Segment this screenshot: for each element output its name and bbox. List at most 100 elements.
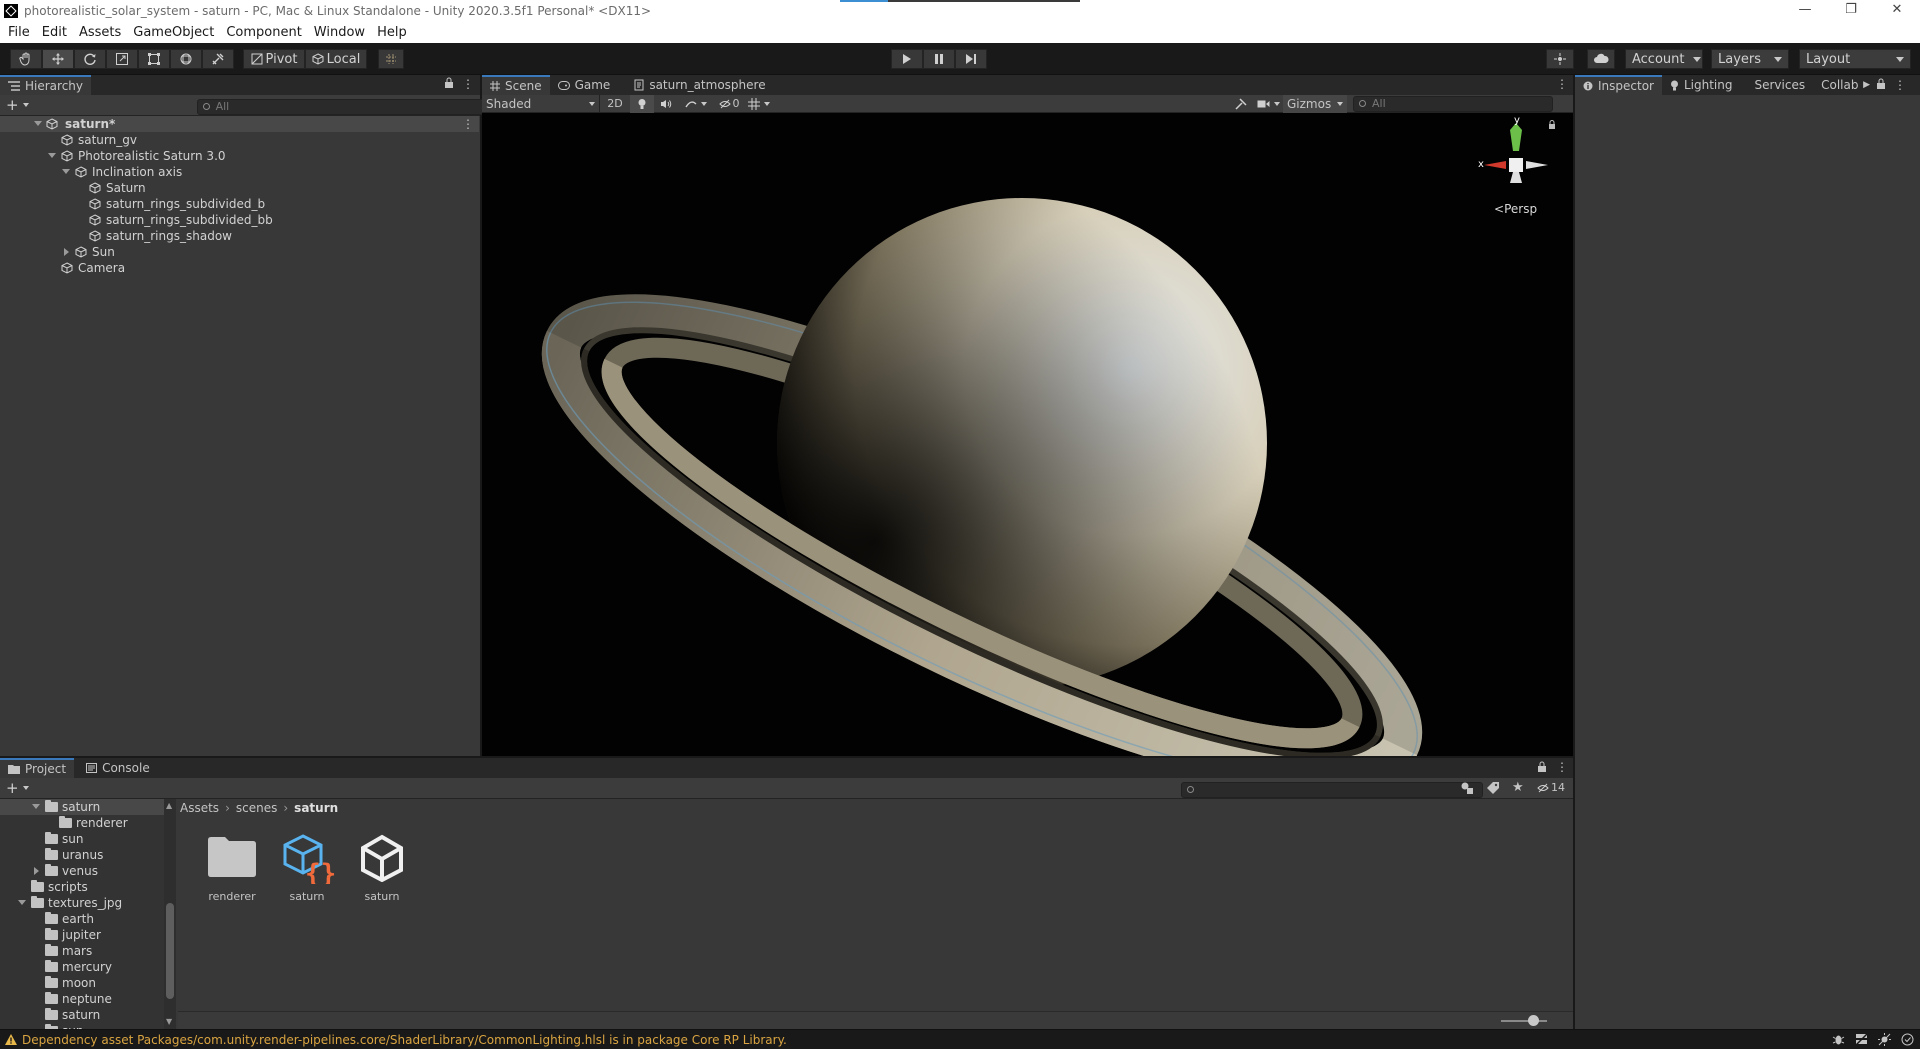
folder-tree-item[interactable]: saturn xyxy=(0,799,165,815)
kebab-menu-icon[interactable]: ⋮ xyxy=(462,116,474,132)
hidden-packages-toggle[interactable]: 14 xyxy=(1537,781,1565,794)
menu-window[interactable]: Window xyxy=(308,25,371,40)
orientation-gizmo[interactable]: x y <Persp xyxy=(1476,115,1556,216)
grid-snap-icon[interactable] xyxy=(378,49,404,69)
hierarchy-item[interactable]: Photorealistic Saturn 3.0 xyxy=(0,148,479,164)
lock-icon[interactable] xyxy=(444,77,454,92)
foldout-open-icon[interactable] xyxy=(48,153,56,158)
foldout-open-icon[interactable] xyxy=(32,804,40,809)
menu-help[interactable]: Help xyxy=(371,25,413,40)
menu-component[interactable]: Component xyxy=(220,25,307,40)
cloud-icon[interactable] xyxy=(1587,49,1615,69)
tab-saturn-atmosphere[interactable]: saturn_atmosphere xyxy=(626,75,773,95)
transform-tool-icon[interactable] xyxy=(170,49,202,69)
hand-tool-icon[interactable] xyxy=(10,49,42,69)
move-tool-icon[interactable] xyxy=(42,49,74,69)
hidden-objects-toggle[interactable]: 0 xyxy=(714,95,744,113)
scene-root-row[interactable]: saturn* ⋮ xyxy=(0,116,479,132)
tab-project[interactable]: Project xyxy=(0,758,75,778)
pause-button[interactable] xyxy=(923,49,955,69)
foldout-closed-icon[interactable] xyxy=(34,867,39,875)
hierarchy-item[interactable]: saturn_rings_shadow xyxy=(0,228,479,244)
scale-tool-icon[interactable] xyxy=(106,49,138,69)
breadcrumb-assets[interactable]: Assets xyxy=(180,801,219,815)
camera-dropdown-icon[interactable] xyxy=(1253,95,1283,113)
menu-gameobject[interactable]: GameObject xyxy=(127,25,220,40)
account-dropdown[interactable]: Account xyxy=(1625,49,1703,69)
lock-icon[interactable] xyxy=(1876,78,1886,93)
kebab-menu-icon[interactable]: ⋮ xyxy=(1894,78,1906,92)
project-search-input[interactable] xyxy=(1180,782,1483,798)
kebab-menu-icon[interactable]: ⋮ xyxy=(1556,760,1568,774)
scroll-down-icon[interactable]: ▼ xyxy=(166,1017,172,1026)
scene-search-input[interactable]: All xyxy=(1353,96,1553,112)
foldout-closed-icon[interactable] xyxy=(64,248,69,256)
pivot-toggle[interactable]: Pivot xyxy=(243,49,305,69)
label-tag-icon[interactable] xyxy=(1486,781,1500,798)
lighting-toggle-icon[interactable] xyxy=(630,94,654,113)
tab-inspector[interactable]: Inspector xyxy=(1575,75,1662,95)
folder-tree-scrollbar[interactable]: ▲ ▼ xyxy=(164,799,176,1029)
close-button[interactable]: ✕ xyxy=(1874,0,1920,22)
folder-tree-item[interactable]: mercury xyxy=(0,959,165,975)
scene-viewport[interactable]: x y <Persp xyxy=(482,113,1573,756)
add-icon[interactable]: + xyxy=(6,779,19,797)
tab-console[interactable]: Console xyxy=(78,758,158,778)
kebab-menu-icon[interactable]: ⋮ xyxy=(1556,77,1568,91)
kebab-menu-icon[interactable]: ⋮ xyxy=(462,77,474,91)
cache-server-icon[interactable] xyxy=(1855,1033,1868,1046)
draw-mode-dropdown[interactable]: Shaded xyxy=(482,94,600,113)
menu-assets[interactable]: Assets xyxy=(73,25,127,40)
projection-toggle[interactable]: <Persp xyxy=(1494,202,1537,216)
chevron-right-icon[interactable]: ▶ xyxy=(1863,80,1870,90)
lock-icon[interactable] xyxy=(1537,761,1547,776)
folder-tree-item[interactable]: renderer xyxy=(0,815,165,831)
folder-tree-item[interactable]: saturn xyxy=(0,1007,165,1023)
progress-check-icon[interactable] xyxy=(1901,1033,1914,1046)
icon-size-slider[interactable] xyxy=(1501,1020,1547,1022)
favorite-star-icon[interactable]: ★ xyxy=(1512,780,1524,795)
rotate-tool-icon[interactable] xyxy=(74,49,106,69)
hierarchy-item[interactable]: Saturn xyxy=(0,180,479,196)
folder-tree-item[interactable]: mars xyxy=(0,943,165,959)
local-toggle[interactable]: Local xyxy=(305,49,367,69)
hierarchy-search-input[interactable]: All xyxy=(196,99,505,115)
menu-file[interactable]: File xyxy=(2,25,36,40)
step-button[interactable] xyxy=(955,49,987,69)
hierarchy-item[interactable]: saturn_rings_subdivided_bb xyxy=(0,212,479,228)
lock-icon[interactable] xyxy=(1548,119,1556,133)
auto-generate-lighting-icon[interactable] xyxy=(1878,1033,1891,1046)
folder-tree-item[interactable]: uranus xyxy=(0,847,165,863)
status-message[interactable]: Dependency asset Packages/com.unity.rend… xyxy=(22,1033,787,1047)
folder-tree-item[interactable]: venus xyxy=(0,863,165,879)
hierarchy-item[interactable]: Sun xyxy=(0,244,479,260)
folder-tree-item[interactable]: jupiter xyxy=(0,927,165,943)
tab-collab[interactable]: Collab xyxy=(1813,75,1861,95)
gizmos-dropdown[interactable]: Gizmos xyxy=(1283,95,1347,113)
folder-tree-item[interactable]: neptune xyxy=(0,991,165,1007)
folder-tree-item[interactable]: sun xyxy=(0,831,165,847)
tab-game[interactable]: Game xyxy=(550,75,619,95)
search-by-type-icon[interactable] xyxy=(1460,781,1474,798)
layout-dropdown[interactable]: Layout xyxy=(1799,49,1911,69)
foldout-open-icon[interactable] xyxy=(34,121,42,126)
asset-item[interactable]: saturn xyxy=(342,834,422,904)
slider-handle[interactable] xyxy=(1528,1015,1539,1026)
asset-item[interactable]: renderer xyxy=(192,834,272,904)
tab-services[interactable]: Services xyxy=(1747,75,1814,95)
asset-item[interactable]: {} saturn xyxy=(267,834,347,904)
grid-dropdown-icon[interactable] xyxy=(744,95,774,113)
foldout-open-icon[interactable] xyxy=(62,169,70,174)
hierarchy-item[interactable]: Camera xyxy=(0,260,479,276)
maximize-button[interactable]: ❐ xyxy=(1828,0,1874,22)
hierarchy-item[interactable]: Inclination axis xyxy=(0,164,479,180)
layers-dropdown[interactable]: Layers xyxy=(1711,49,1789,69)
rect-tool-icon[interactable] xyxy=(138,49,170,69)
play-button[interactable] xyxy=(891,49,923,69)
scroll-up-icon[interactable]: ▲ xyxy=(166,801,172,810)
folder-tree-item[interactable]: earth xyxy=(0,911,165,927)
bug-icon[interactable] xyxy=(1832,1033,1845,1046)
scrollbar-thumb[interactable] xyxy=(166,903,174,999)
tab-hierarchy[interactable]: Hierarchy xyxy=(0,75,92,95)
folder-tree-item[interactable]: scripts xyxy=(0,879,165,895)
